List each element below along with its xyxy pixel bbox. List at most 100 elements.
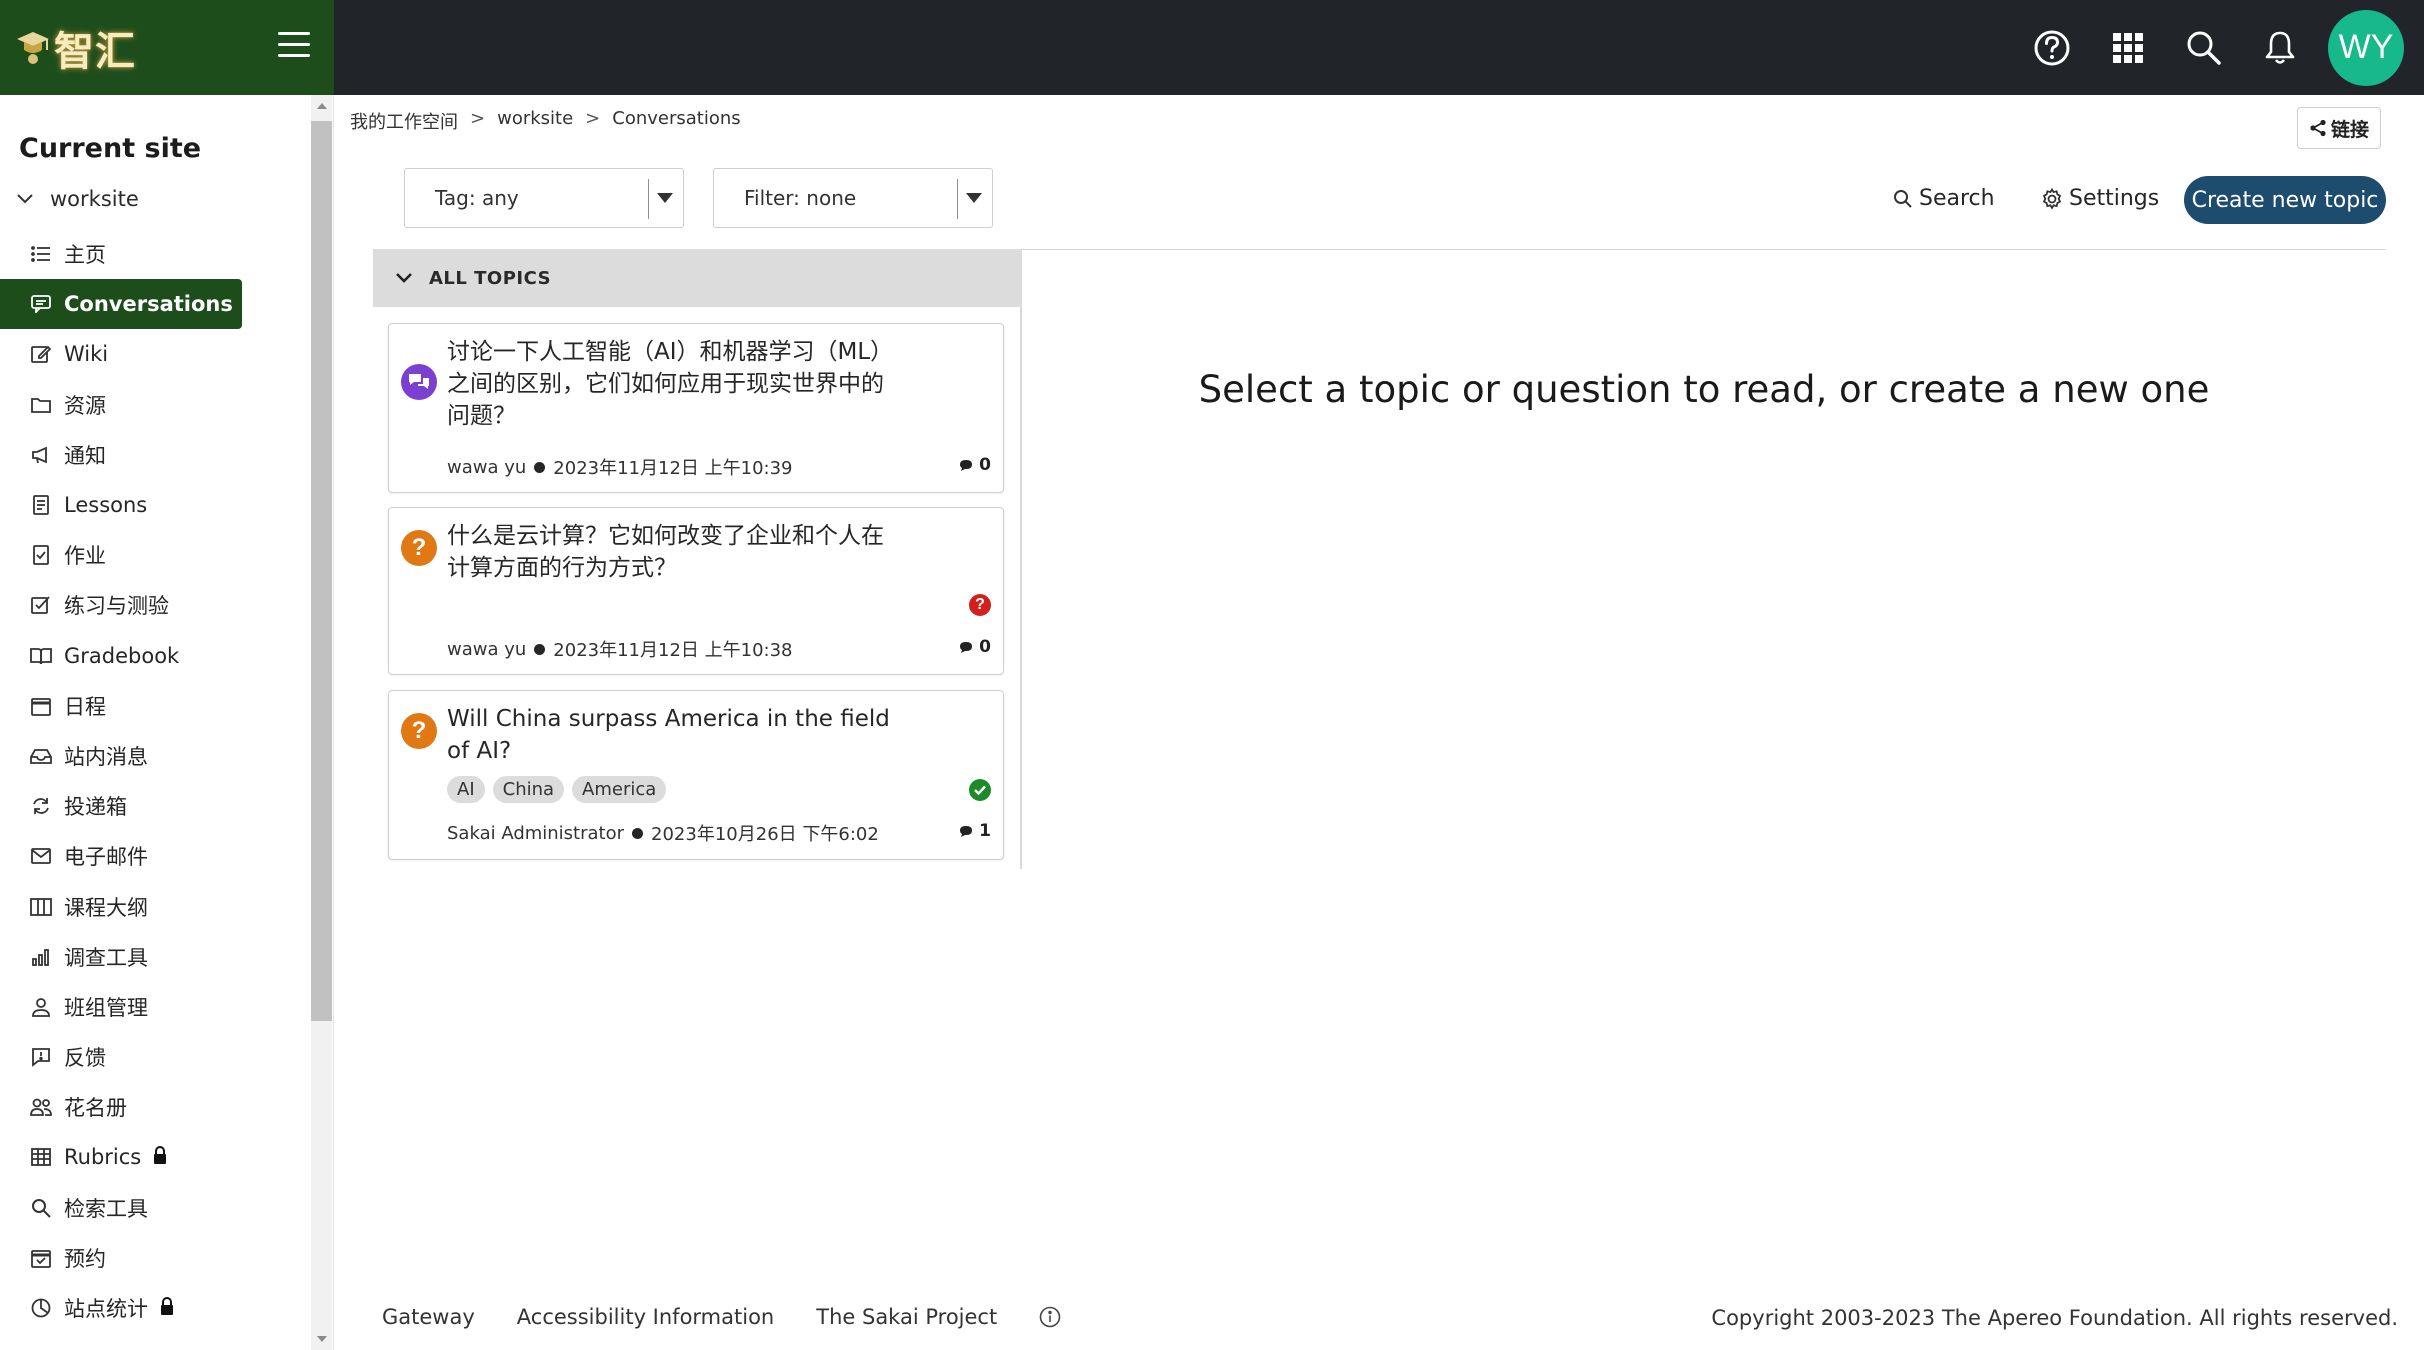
chat-icon xyxy=(30,293,52,315)
mortarboard-icon xyxy=(17,32,49,64)
help-icon[interactable] xyxy=(2014,0,2090,95)
sidebar-item-label: 通知 xyxy=(64,443,106,468)
search-icon[interactable] xyxy=(2166,0,2242,95)
all-topics-label: ALL TOPICS xyxy=(429,267,552,289)
reply-count-value: 1 xyxy=(979,821,991,841)
magnifier-icon xyxy=(30,1197,52,1219)
folder-icon xyxy=(30,394,52,416)
breadcrumb-separator: > xyxy=(470,108,486,129)
sidebar-item-label: 作业 xyxy=(64,544,106,569)
book-icon xyxy=(30,645,52,667)
sidebar-item-label: 班组管理 xyxy=(64,995,148,1020)
tag-select[interactable]: Tag: any xyxy=(404,168,684,228)
assignment-icon xyxy=(30,544,52,566)
tag-chip[interactable]: America xyxy=(572,776,667,803)
site-logo[interactable]: 智汇 xyxy=(16,16,136,80)
sidebar-item-rubrics[interactable]: Rubrics xyxy=(0,1132,310,1182)
tag-chip[interactable]: AI xyxy=(447,776,485,803)
sidebar-item-signup[interactable]: 预约 xyxy=(0,1233,310,1283)
sidebar-item-tests-quizzes[interactable]: 练习与测验 xyxy=(0,580,310,630)
sidebar-item-calendar[interactable]: 日程 xyxy=(0,681,310,731)
footer-links: Gateway Accessibility Information The Sa… xyxy=(382,1305,1061,1329)
bell-icon[interactable] xyxy=(2242,0,2318,95)
sidebar-scrollbar[interactable] xyxy=(311,95,332,1350)
topic-card[interactable]: ? Will China surpass America in the fiel… xyxy=(388,690,1004,860)
worksite-label: worksite xyxy=(50,187,139,211)
chevron-down-icon[interactable] xyxy=(16,193,34,205)
sidebar-item-roster[interactable]: 花名册 xyxy=(0,1082,310,1132)
hamburger-icon[interactable] xyxy=(278,32,310,62)
footer-link-sakai-project[interactable]: The Sakai Project xyxy=(816,1305,997,1329)
scroll-down-arrow-icon[interactable] xyxy=(317,1336,327,1342)
settings-button[interactable]: Settings xyxy=(2041,186,2159,211)
sidebar-item-lessons[interactable]: Lessons xyxy=(0,480,310,530)
sidebar-item-announcements[interactable]: 通知 xyxy=(0,430,310,480)
question-icon: ? xyxy=(401,713,437,749)
breadcrumb-my-workspace[interactable]: 我的工作空间 xyxy=(350,108,458,134)
breadcrumb-worksite[interactable]: worksite xyxy=(497,108,573,134)
sidebar-item-label: 主页 xyxy=(64,243,106,268)
topic-card[interactable]: 讨论一下人工智能（AI）和机器学习（ML）之间的区别，它们如何应用于现实世界中的… xyxy=(388,323,1004,493)
sidebar-item-groups[interactable]: 班组管理 xyxy=(0,982,310,1032)
breadcrumb-conversations: Conversations xyxy=(612,108,741,129)
breadcrumb: 我的工作空间 > worksite > Conversations xyxy=(350,108,741,134)
logo-text: 智汇 xyxy=(54,28,136,75)
sidebar-item-assignments[interactable]: 作业 xyxy=(0,530,310,580)
create-new-topic-button[interactable]: Create new topic xyxy=(2184,176,2386,224)
sidebar-item-feedback[interactable]: 反馈 xyxy=(0,1032,310,1082)
sidebar-item-email[interactable]: 电子邮件 xyxy=(0,831,310,881)
sidebar-item-label: Lessons xyxy=(64,493,148,518)
apps-grid-icon[interactable] xyxy=(2090,0,2166,95)
topic-title[interactable]: 什么是云计算？它如何改变了企业和个人在计算方面的行为方式？ xyxy=(447,520,897,584)
top-icons: WY xyxy=(2014,0,2424,95)
sidebar-item-label: 反馈 xyxy=(64,1046,106,1071)
footer-link-gateway[interactable]: Gateway xyxy=(382,1305,475,1329)
separator-dot xyxy=(534,643,546,655)
all-topics-header[interactable]: ALL TOPICS xyxy=(373,249,1022,307)
pencil-icon xyxy=(30,343,52,365)
pie-chart-icon xyxy=(30,1297,52,1319)
scroll-thumb[interactable] xyxy=(311,121,332,1021)
sidebar-item-search[interactable]: 检索工具 xyxy=(0,1183,310,1233)
question-icon: ? xyxy=(401,530,437,566)
sidebar-item-resources[interactable]: 资源 xyxy=(0,380,310,430)
bar-chart-icon xyxy=(30,946,52,968)
topic-title[interactable]: 讨论一下人工智能（AI）和机器学习（ML）之间的区别，它们如何应用于现实世界中的… xyxy=(447,336,897,432)
content-divider xyxy=(1022,249,2386,250)
topic-card[interactable]: ? 什么是云计算？它如何改变了企业和个人在计算方面的行为方式？ ? wawa y… xyxy=(388,507,1004,675)
search-icon xyxy=(1894,189,1912,208)
sidebar-item-conversations[interactable]: Conversations xyxy=(0,279,242,330)
info-icon[interactable] xyxy=(1039,1306,1061,1328)
sidebar-item-dropbox[interactable]: 投递箱 xyxy=(0,781,310,831)
sidebar-item-site-stats[interactable]: 站点统计 xyxy=(0,1283,310,1333)
footer-link-accessibility[interactable]: Accessibility Information xyxy=(517,1305,774,1329)
sidebar-item-gradebook[interactable]: Gradebook xyxy=(0,631,310,681)
sidebar-item-syllabus[interactable]: 课程大纲 xyxy=(0,881,310,931)
sidebar-item-wiki[interactable]: Wiki xyxy=(0,329,310,379)
feedback-icon xyxy=(30,1046,52,1068)
share-icon xyxy=(2310,119,2326,137)
sidebar-item-home[interactable]: 主页 xyxy=(0,229,310,279)
separator-dot xyxy=(534,461,546,473)
copyright-text: Copyright 2003-2023 The Apereo Foundatio… xyxy=(1711,1306,2398,1330)
sidebar-item-label: 投递箱 xyxy=(64,795,127,820)
sidebar-item-polls[interactable]: 调查工具 xyxy=(0,932,310,982)
comment-icon xyxy=(960,460,973,471)
separator-dot xyxy=(632,827,644,839)
worksite-tree-node[interactable]: worksite xyxy=(16,187,139,211)
topic-author: Sakai Administrator xyxy=(447,822,625,844)
current-site-heading: Current site xyxy=(19,133,202,164)
avatar[interactable]: WY xyxy=(2328,9,2404,86)
breadcrumb-separator: > xyxy=(585,108,601,129)
tag-chip[interactable]: China xyxy=(492,776,565,803)
document-icon xyxy=(30,494,52,516)
sidebar-item-messages[interactable]: 站内消息 xyxy=(0,731,310,781)
filter-select[interactable]: Filter: none xyxy=(713,168,993,228)
link-button[interactable]: 链接 xyxy=(2297,107,2381,149)
sidebar-item-label: Gradebook xyxy=(64,643,180,668)
scroll-up-arrow-icon[interactable] xyxy=(317,103,327,109)
discussion-icon xyxy=(401,364,437,400)
topic-title[interactable]: Will China surpass America in the field … xyxy=(447,703,897,767)
tag-list: AI China America xyxy=(447,776,667,803)
search-button[interactable]: Search xyxy=(1893,186,1995,211)
